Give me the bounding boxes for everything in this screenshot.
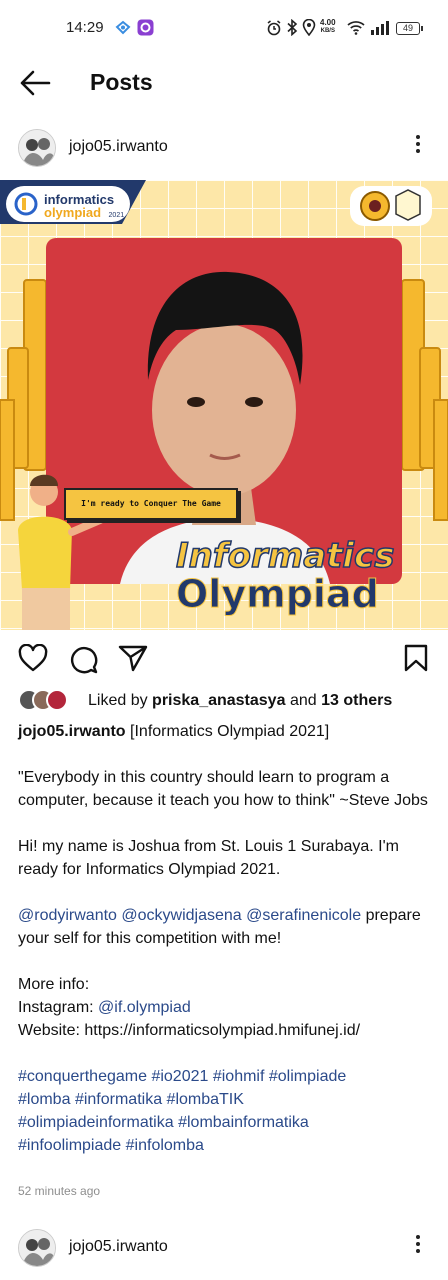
avatar[interactable] bbox=[18, 129, 56, 167]
more-info-label: More info: bbox=[18, 976, 90, 993]
hashtag-link[interactable]: #olimpiadeinformatika bbox=[18, 1114, 174, 1131]
instagram-label: Instagram: bbox=[18, 999, 94, 1016]
post-timestamp: 52 minutes ago bbox=[18, 1184, 101, 1198]
image-title-line1: Informatics bbox=[175, 536, 395, 576]
website-url[interactable]: https://informaticsolympiad.hmifunej.id/ bbox=[84, 1022, 360, 1039]
app-notification-icon bbox=[115, 20, 131, 35]
likes-summary[interactable]: Liked by priska_anastasya and 13 others bbox=[18, 688, 438, 714]
top-bar: Posts bbox=[0, 56, 448, 112]
share-send-icon[interactable] bbox=[118, 644, 148, 672]
location-icon bbox=[302, 19, 316, 36]
post-caption: jojo05.irwanto [Informatics Olympiad 202… bbox=[18, 720, 434, 1180]
likes-user[interactable]: priska_anastasya bbox=[152, 692, 285, 709]
status-time: 14:29 bbox=[66, 19, 104, 36]
post-actions bbox=[0, 640, 448, 680]
liker-avatars bbox=[18, 689, 80, 711]
post-header: jojo05.irwanto bbox=[0, 124, 448, 174]
avatar[interactable] bbox=[18, 1229, 56, 1267]
next-post-username[interactable]: jojo05.irwanto bbox=[69, 1238, 168, 1256]
next-post-header: jojo05.irwanto bbox=[0, 1224, 448, 1274]
more-options-icon[interactable] bbox=[406, 132, 430, 160]
olympiad-badge: informatics olympiad 2021 bbox=[44, 193, 124, 222]
battery-indicator: 49 bbox=[396, 22, 423, 35]
mention-link[interactable]: @ockywidjasena bbox=[121, 907, 241, 924]
signal-icon bbox=[371, 21, 389, 35]
likes-and: and bbox=[289, 692, 317, 709]
hashtag-link[interactable]: #informatika bbox=[75, 1091, 162, 1108]
post-username[interactable]: jojo05.irwanto bbox=[69, 138, 168, 156]
network-speed: 4.00 KB/S bbox=[320, 19, 336, 35]
hashtag-link[interactable]: #lombaTIK bbox=[167, 1091, 244, 1108]
caption-intro: Hi! my name is Joshua from St. Louis 1 S… bbox=[18, 838, 399, 878]
liker-avatar bbox=[46, 689, 68, 711]
mention-link[interactable]: @rodyirwanto bbox=[18, 907, 117, 924]
hashtag-link[interactable]: #olimpiade bbox=[269, 1068, 346, 1085]
comment-icon[interactable] bbox=[68, 644, 98, 674]
likes-text: Liked by priska_anastasya and 13 others bbox=[88, 692, 392, 710]
website-label: Website: bbox=[18, 1022, 80, 1039]
mention-link[interactable]: @serafinenicole bbox=[246, 907, 361, 924]
wifi-icon bbox=[347, 21, 365, 35]
hashtag-link[interactable]: #infolomba bbox=[126, 1137, 204, 1154]
like-heart-icon[interactable] bbox=[18, 644, 48, 672]
hashtag-link[interactable]: #io2021 bbox=[151, 1068, 208, 1085]
bluetooth-icon bbox=[287, 19, 298, 36]
hashtag-link[interactable]: #lombainformatika bbox=[178, 1114, 309, 1131]
alarm-icon bbox=[267, 20, 281, 36]
instagram-handle-link[interactable]: @if.olympiad bbox=[98, 999, 191, 1016]
avatar-image bbox=[19, 130, 55, 166]
app-badge-icon bbox=[137, 19, 154, 36]
save-bookmark-icon[interactable] bbox=[404, 644, 428, 672]
caption-quote: "Everybody in this country should learn … bbox=[18, 769, 428, 809]
likes-others[interactable]: 13 others bbox=[321, 692, 392, 709]
page-title: Posts bbox=[90, 69, 153, 95]
likes-prefix: Liked by bbox=[88, 692, 148, 709]
badge-line2: olympiad bbox=[44, 205, 102, 220]
caption-username[interactable]: jojo05.irwanto bbox=[18, 723, 126, 740]
post-image[interactable]: informatics olympiad 2021 I'm ready to C… bbox=[0, 180, 448, 630]
network-speed-unit: KB/S bbox=[320, 28, 335, 34]
hashtag-link[interactable]: #conquerthegame bbox=[18, 1068, 147, 1085]
speech-bubble: I'm ready to Conquer The Game bbox=[64, 488, 238, 520]
caption-title: [Informatics Olympiad 2021] bbox=[130, 723, 330, 740]
badge-year: 2021 bbox=[108, 212, 125, 219]
back-arrow-icon[interactable] bbox=[18, 68, 52, 98]
hashtag-list: #conquerthegame #io2021 #iohmif #olimpia… bbox=[18, 1065, 434, 1157]
hashtag-link[interactable]: #lomba bbox=[18, 1091, 70, 1108]
hashtag-link[interactable]: #infoolimpiade bbox=[18, 1137, 121, 1154]
avatar-image bbox=[19, 1230, 55, 1266]
hashtag-link[interactable]: #iohmif bbox=[213, 1068, 265, 1085]
status-bar: 14:29 4.00 KB/S 49 bbox=[0, 0, 448, 56]
image-title-line2: Olympiad bbox=[176, 572, 380, 616]
network-speed-value: 4.00 bbox=[320, 18, 336, 27]
more-options-icon[interactable] bbox=[406, 1232, 430, 1260]
